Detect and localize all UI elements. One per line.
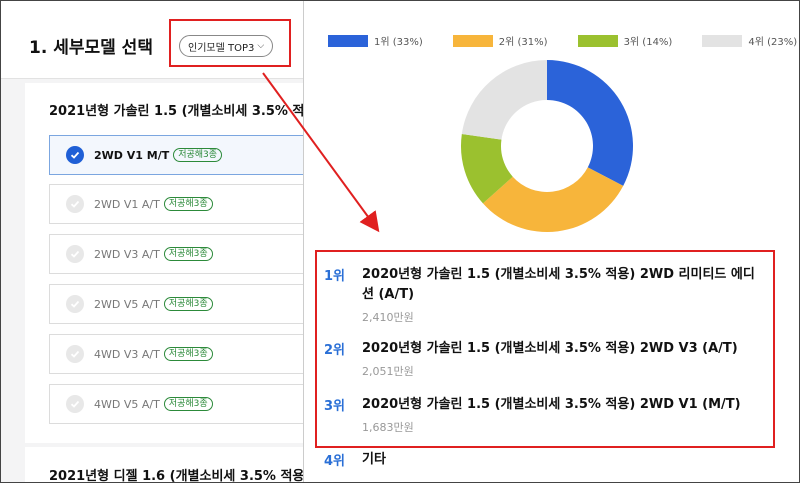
legend-swatch <box>328 34 368 47</box>
rank-model-name: 2020년형 가솔린 1.5 (개별소비세 3.5% 적용) 2WD V1 (M… <box>362 397 741 412</box>
rank-price: 2,410만원 <box>362 311 414 324</box>
rank-item[interactable]: 2위 2020년형 가솔린 1.5 (개별소비세 3.5% 적용) 2WD V3… <box>324 339 762 379</box>
legend-label: 4위 (23%) <box>748 37 798 48</box>
legend-swatch <box>452 34 493 47</box>
check-circle-icon <box>66 146 84 164</box>
legend-item: 3위 (14%) <box>577 33 673 48</box>
donut-chart <box>461 60 633 233</box>
section-header: 1. 세부모델 선택 인기모델 TOP3 ⌵ <box>1 1 303 79</box>
legend-label: 1위 (33%) <box>374 37 423 48</box>
check-circle-icon <box>66 395 84 413</box>
rank-number: 1위 <box>324 269 346 284</box>
legend-label: 2위 (31%) <box>498 37 548 48</box>
check-circle-icon <box>66 195 84 213</box>
chevron-down-icon: ⌵ <box>257 41 265 51</box>
legend-swatch <box>577 34 618 47</box>
legend-label: 3위 (14%) <box>623 37 673 48</box>
model-option-label: 2WD V1 A/T <box>94 197 160 211</box>
rank-item[interactable]: 1위 2020년형 가솔린 1.5 (개별소비세 3.5% 적용) 2WD 리미… <box>324 265 762 325</box>
model-option-label: 2WD V5 A/T <box>94 297 160 311</box>
model-option-label: 2WD V1 M/T <box>94 148 170 162</box>
rank-model-name: 2020년형 가솔린 1.5 (개별소비세 3.5% 적용) 2WD V3 (A… <box>362 341 738 356</box>
check-circle-icon <box>66 245 84 263</box>
model-option[interactable]: 4WD V5 A/T 저공해3종 <box>49 384 303 424</box>
model-option-label: 4WD V5 A/T <box>94 397 160 411</box>
model-group-title: 2021년형 가솔린 1.5 (개별소비세 3.5% 적용) <box>49 104 303 119</box>
popular-models-button[interactable]: 인기모델 TOP3 ⌵ <box>179 35 274 57</box>
eco-badge: 저공해3종 <box>163 247 213 261</box>
eco-badge: 저공해3종 <box>163 397 213 411</box>
check-circle-icon <box>66 295 84 313</box>
rank-number: 3위 <box>324 399 346 414</box>
model-option[interactable]: 2WD V3 A/T 저공해3종 <box>49 234 303 274</box>
popular-models-label: 인기모델 TOP3 <box>188 42 255 54</box>
legend-item: 1위 (33%) <box>328 33 423 48</box>
rank-item[interactable]: 4위 기타 <box>324 450 762 470</box>
rank-model-name: 2020년형 가솔린 1.5 (개별소비세 3.5% 적용) 2WD 리미티드 … <box>362 267 755 302</box>
screenshot-frame: 1. 세부모델 선택 인기모델 TOP3 ⌵ 2021년형 가솔린 1.5 (개… <box>0 0 800 483</box>
eco-badge: 저공해3종 <box>163 297 213 311</box>
rank-price: 2,051만원 <box>362 365 414 378</box>
donut-slice-4위 <box>461 60 547 140</box>
eco-badge: 저공해3종 <box>163 347 213 361</box>
eco-badge: 저공해3종 <box>173 148 223 162</box>
model-option-label: 2WD V3 A/T <box>94 247 160 261</box>
model-option[interactable]: 2WD V1 A/T 저공해3종 <box>49 184 303 224</box>
model-option-label: 4WD V3 A/T <box>94 347 160 361</box>
popular-models-popup: 1위 (33%) 2위 (31%) 3위 (14%) 4위 (23%) 1위 2… <box>303 1 799 482</box>
eco-badge: 저공해3종 <box>163 197 213 211</box>
rank-number: 4위 <box>324 454 346 469</box>
rank-item[interactable]: 3위 2020년형 가솔린 1.5 (개별소비세 3.5% 적용) 2WD V1… <box>324 395 762 435</box>
rank-price: 1,683만원 <box>362 421 414 434</box>
legend-item: 2위 (31%) <box>452 33 548 48</box>
rank-number: 2위 <box>324 343 346 358</box>
model-option[interactable]: 4WD V3 A/T 저공해3종 <box>49 334 303 374</box>
rank-model-name: 기타 <box>362 452 386 467</box>
model-option[interactable]: 2WD V5 A/T 저공해3종 <box>49 284 303 324</box>
chart-legend: 1위 (33%) 2위 (31%) 3위 (14%) 4위 (23%) <box>328 33 799 48</box>
check-circle-icon <box>66 345 84 363</box>
donut-slice-1위 <box>547 60 633 186</box>
model-group-title: 2021년형 디젤 1.6 (개별소비세 3.5% 적용) <box>49 469 303 483</box>
model-select-panel: 1. 세부모델 선택 인기모델 TOP3 ⌵ 2021년형 가솔린 1.5 (개… <box>1 1 303 483</box>
legend-item: 4위 (23%) <box>702 33 797 48</box>
model-option[interactable]: 2WD V1 M/T 저공해3종 <box>49 135 303 175</box>
legend-swatch <box>702 34 743 47</box>
section-title: 1. 세부모델 선택 <box>29 38 153 58</box>
